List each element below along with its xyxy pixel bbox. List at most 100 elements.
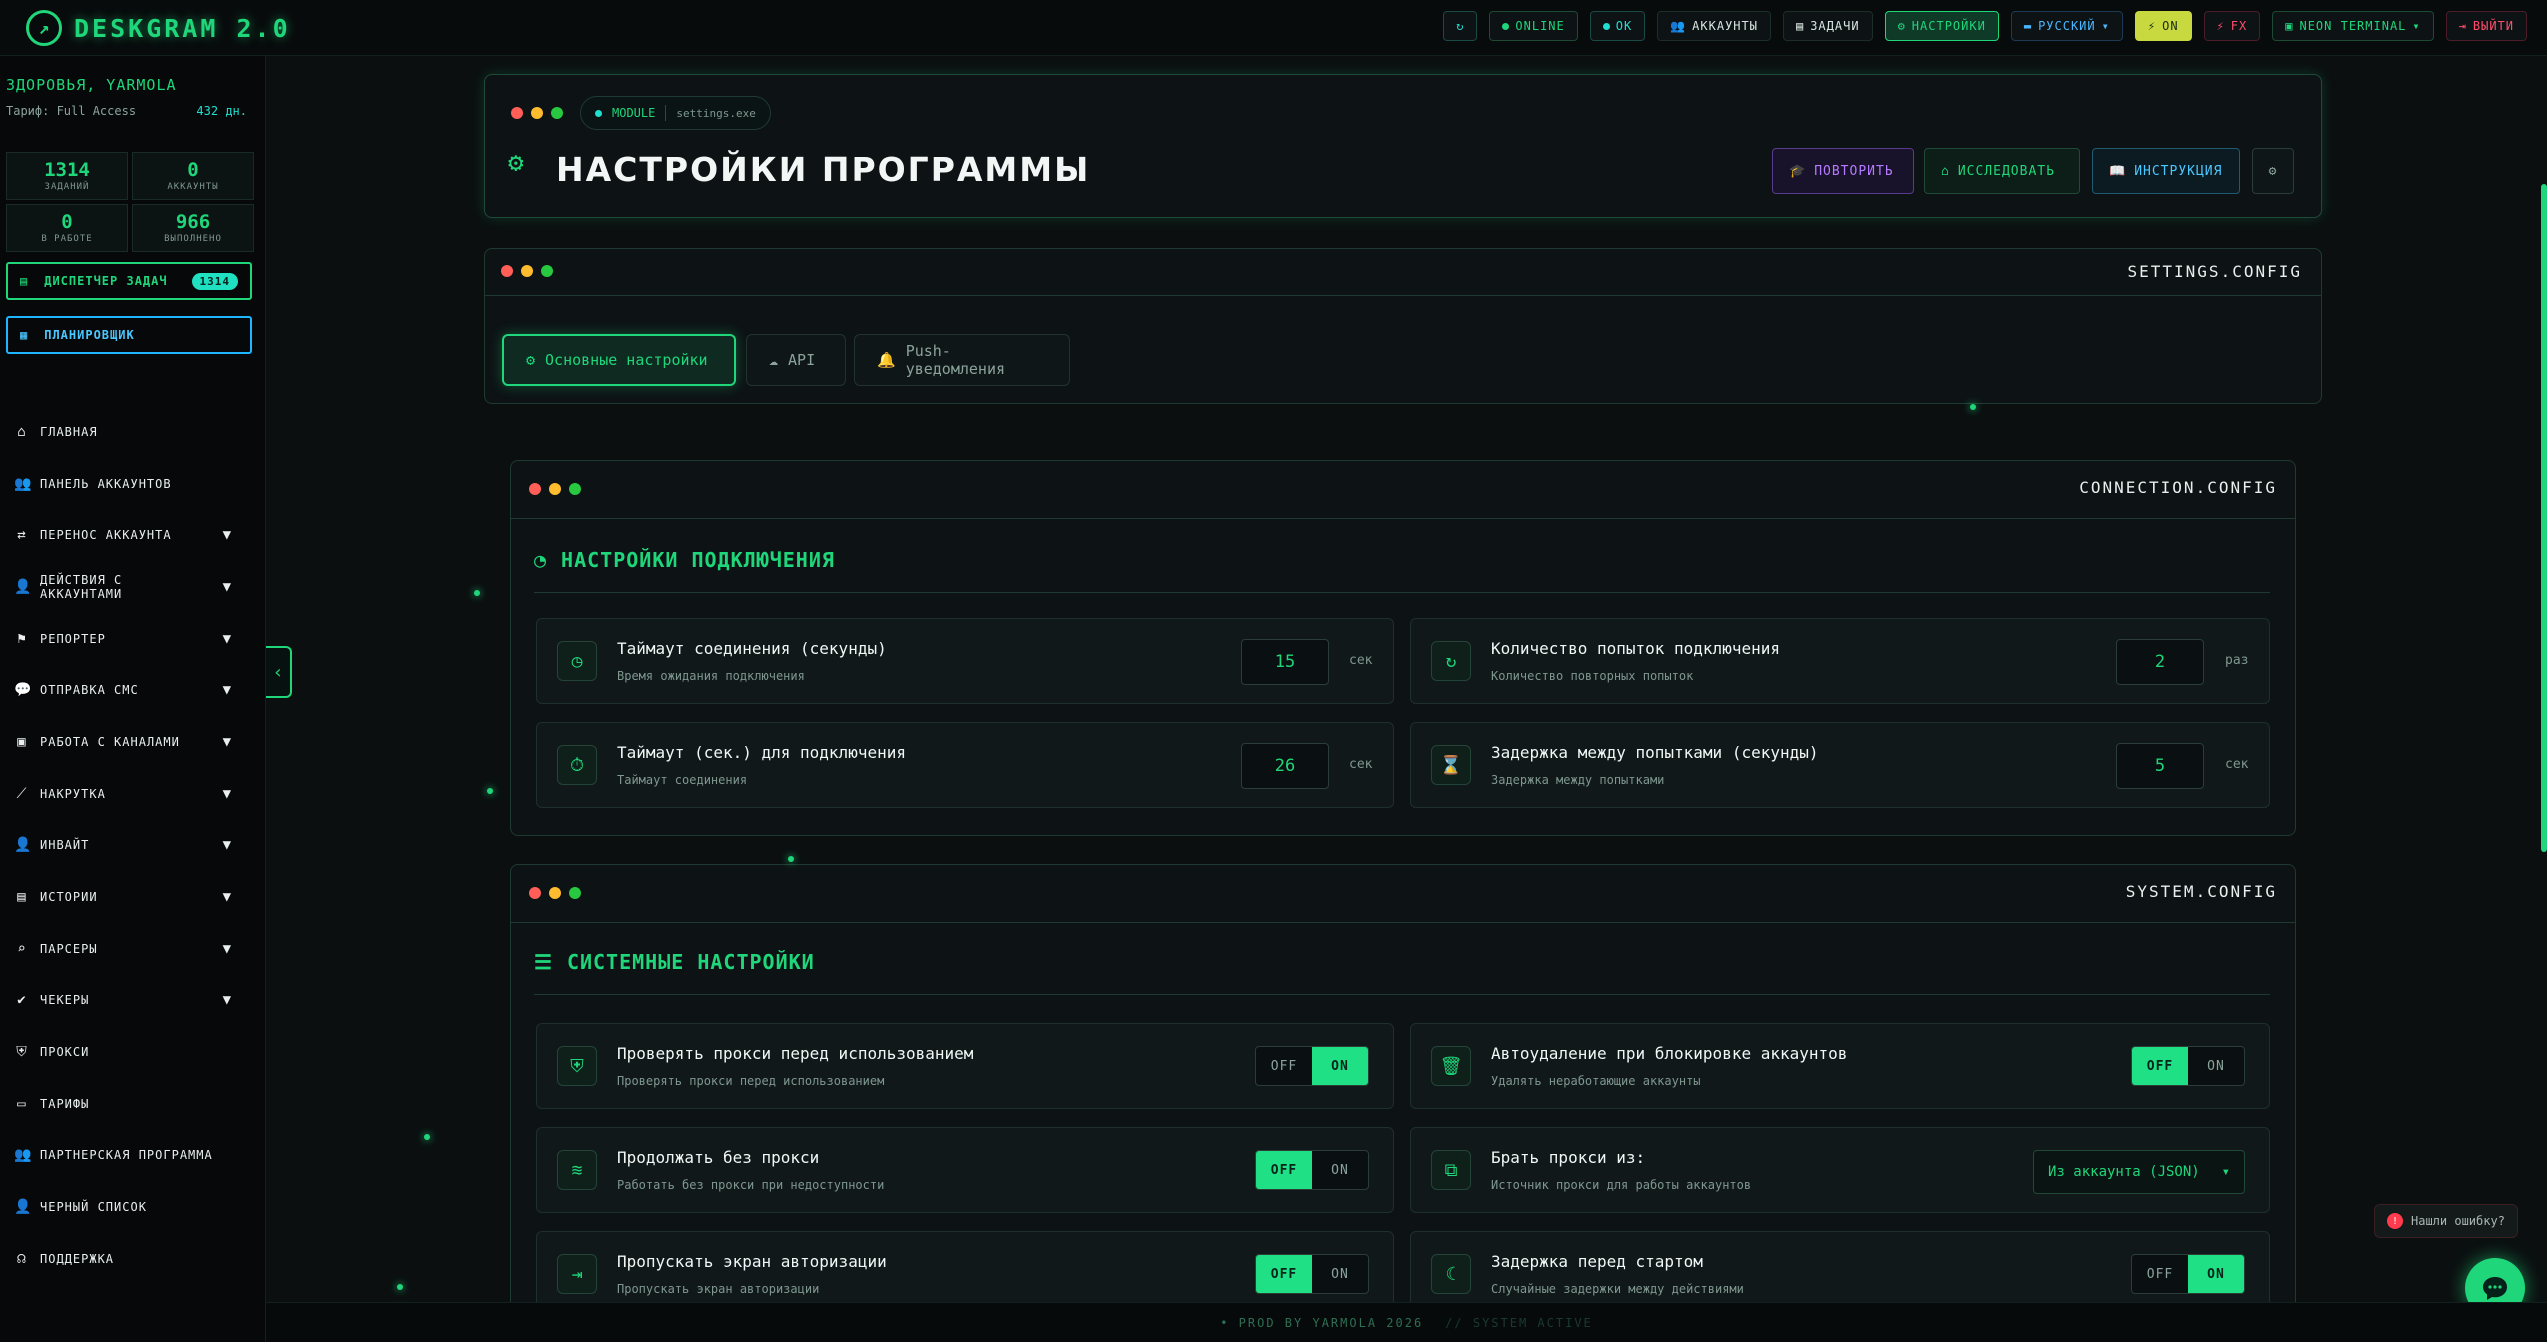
- scheduler-button[interactable]: ▦ ПЛАНИРОВЩИК: [6, 316, 252, 354]
- retries-input[interactable]: 2: [2116, 639, 2204, 685]
- logo[interactable]: ↗ DESKGRAM 2.0: [26, 10, 291, 46]
- network-icon: ⧉: [1431, 1150, 1471, 1190]
- sidebar-item-label: ДЕЙСТВИЯ С АККАУНТАМИ: [40, 572, 123, 601]
- sidebar-item[interactable]: 👤 ДЕЙСТВИЯ С АККАУНТАМИ ▼: [0, 561, 266, 613]
- sidebar-item[interactable]: ⟋ НАКРУТКА ▼: [0, 768, 266, 820]
- sidebar-item[interactable]: ▤ ИСТОРИИ ▼: [0, 871, 266, 923]
- setting-row: ⛨ Проверять прокси перед использованием …: [536, 1023, 1394, 1109]
- sidebar-item-label: НАКРУТКА: [40, 786, 106, 801]
- tariff: Тариф: Full Access: [6, 104, 137, 118]
- sidebar-item[interactable]: 👥 ПАНЕЛЬ АККАУНТОВ: [0, 458, 266, 510]
- chevron-down-icon: ▾: [2101, 19, 2110, 33]
- chevron-down-icon[interactable]: ▼: [223, 579, 232, 595]
- tab-push[interactable]: 🔔 Push-уведомления: [854, 334, 1070, 386]
- refresh-button[interactable]: ↻: [1443, 11, 1478, 41]
- chevron-down-icon[interactable]: ▼: [223, 941, 232, 957]
- explore-button[interactable]: ⌂ ИССЛЕДОВАТЬ: [1924, 148, 2080, 194]
- power-toggle[interactable]: ⚡ ON: [2134, 11, 2192, 41]
- flag-icon: ⚑: [17, 630, 27, 647]
- decor-dot: [1970, 404, 1976, 410]
- auto-delete-toggle[interactable]: OFF ON: [2131, 1046, 2245, 1086]
- hourglass-icon: ⌛: [1431, 745, 1471, 785]
- decor-dot: [788, 856, 794, 862]
- divider: [534, 994, 2270, 995]
- chevron-down-icon[interactable]: ▼: [223, 734, 232, 750]
- connect-timeout-input[interactable]: 26: [1241, 743, 1329, 789]
- chevron-down-icon[interactable]: ▼: [223, 992, 232, 1008]
- footer-prod: • PROD BY YARMOLA 2026: [1220, 1315, 1424, 1330]
- refresh-icon: ↻: [1431, 641, 1471, 681]
- start-delay-toggle[interactable]: OFF ON: [2131, 1254, 2245, 1294]
- briefcase-icon: ▣: [17, 733, 27, 750]
- setting-row: ⏱ Таймаут (сек.) для подключения Таймаут…: [536, 722, 1394, 808]
- setting-row: ⧉ Брать прокси из: Источник прокси для р…: [1410, 1127, 2270, 1213]
- sidebar-collapse-button[interactable]: ‹: [266, 646, 292, 698]
- sidebar-item[interactable]: ⌕ ПАРСЕРЫ ▼: [0, 923, 266, 975]
- repeat-button[interactable]: 🎓 ПОВТОРИТЬ: [1772, 148, 1914, 194]
- language-select[interactable]: ▬ РУССКИЙ ▾: [2010, 11, 2123, 41]
- theme-select[interactable]: ▣ NEON TERMINAL ▾: [2272, 11, 2434, 41]
- setting-row: 🗑 Автоудаление при блокировке аккаунтов …: [1410, 1023, 2270, 1109]
- chevron-down-icon[interactable]: ▼: [223, 837, 232, 853]
- module-pill: MODULE settings.exe: [580, 96, 771, 130]
- setting-row: ☾ Задержка перед стартом Случайные задер…: [1410, 1231, 2270, 1302]
- decor-dot: [424, 1134, 430, 1140]
- sidebar-item[interactable]: ✔ ЧЕКЕРЫ ▼: [0, 975, 266, 1027]
- system-rows-viewport: ⛨ Проверять прокси перед использованием …: [0, 1020, 2547, 1302]
- sidebar-item[interactable]: ⇄ ПЕРЕНОС АККАУНТА ▼: [0, 509, 266, 561]
- gauge-icon: ◔: [534, 548, 548, 572]
- sidebar-item[interactable]: 👤 ИНВАЙТ ▼: [0, 820, 266, 872]
- bug-report-button[interactable]: ! Нашли ошибку?: [2374, 1204, 2518, 1238]
- sidebar-item[interactable]: ▣ РАБОТА С КАНАЛАМИ ▼: [0, 716, 266, 768]
- tariff-days: 432 дн.: [196, 104, 247, 118]
- proxy-source-select[interactable]: Из аккаунта (JSON) ▾: [2033, 1150, 2245, 1194]
- task-dispatcher-button[interactable]: ▤ ДИСПЕТЧЕР ЗАДАЧ 1314: [6, 262, 252, 300]
- clipboard-icon: ▤: [1795, 19, 1805, 33]
- guide-button[interactable]: 📖 ИНСТРУКЦИЯ: [2092, 148, 2240, 194]
- chevron-down-icon[interactable]: ▼: [223, 682, 232, 698]
- decor-dot: [487, 788, 493, 794]
- chevron-down-icon[interactable]: ▼: [223, 631, 232, 647]
- chevron-down-icon[interactable]: ▼: [223, 889, 232, 905]
- tab-general[interactable]: ⚙ Основные настройки: [502, 334, 736, 386]
- retry-delay-input[interactable]: 5: [2116, 743, 2204, 789]
- skip-auth-toggle[interactable]: OFF ON: [1255, 1254, 1369, 1294]
- clock-icon: ◷: [557, 641, 597, 681]
- online-status: ONLINE: [1489, 11, 1578, 41]
- sidebar-item-label: ПАРСЕРЫ: [40, 941, 98, 956]
- settings-button[interactable]: ⚙ НАСТРОЙКИ: [1884, 11, 1999, 41]
- sidebar-item[interactable]: 💬 ОТПРАВКА СМС ▼: [0, 664, 266, 716]
- monitor-icon: ▣: [2285, 19, 2294, 33]
- footer: • PROD BY YARMOLA 2026 // SYSTEM ACTIVE: [266, 1302, 2547, 1342]
- tab-api[interactable]: ☁ API: [746, 334, 846, 386]
- sidebar-item-label: ИСТОРИИ: [40, 890, 98, 905]
- sidebar-item-label: ЧЕКЕРЫ: [40, 993, 90, 1008]
- tasks-button[interactable]: ▤ ЗАДАЧИ: [1782, 11, 1873, 41]
- sidebar-item[interactable]: ⚑ РЕПОРТЕР ▼: [0, 613, 266, 665]
- accounts-button[interactable]: 👥 АККАУНТЫ: [1657, 11, 1771, 41]
- logout-icon: ⇥: [2458, 19, 2467, 33]
- sidebar-item[interactable]: ⌂ ГЛАВНАЯ: [0, 406, 266, 458]
- settings-gear-button[interactable]: ⚙: [2252, 148, 2294, 194]
- settings-config-label: SETTINGS.CONFIG: [2127, 262, 2302, 281]
- fx-toggle[interactable]: ⚡ FX: [2203, 11, 2261, 41]
- stories-icon: ▤: [17, 889, 27, 906]
- no-proxy-toggle[interactable]: OFF ON: [1255, 1150, 1369, 1190]
- timeout-input[interactable]: 15: [1241, 639, 1329, 685]
- chevron-down-icon[interactable]: ▼: [223, 786, 232, 802]
- sidebar-item-label: РАБОТА С КАНАЛАМИ: [40, 734, 180, 749]
- bell-icon: 🔔: [877, 351, 896, 369]
- users-icon: 👥: [1670, 19, 1687, 33]
- home-icon: ⌂: [17, 423, 27, 440]
- sidebar-item-label: РЕПОРТЕР: [40, 631, 106, 646]
- stat-accounts: 0 АККАУНТЫ: [132, 152, 254, 200]
- sidebar-item-label: ГЛАВНАЯ: [40, 424, 98, 439]
- login-icon: ⇥: [557, 1254, 597, 1294]
- top-bar: ↗ DESKGRAM 2.0 ↻ ONLINE OK 👥 АККАУНТЫ ▤ ЗА…: [0, 0, 2547, 56]
- stat-completed: 966 ВЫПОЛНЕНО: [132, 204, 254, 252]
- logout-button[interactable]: ⇥ ВЫЙТИ: [2445, 11, 2527, 41]
- scrollbar[interactable]: [2541, 184, 2547, 852]
- proxy-check-toggle[interactable]: OFF ON: [1255, 1046, 1369, 1086]
- chevron-down-icon[interactable]: ▼: [223, 527, 232, 543]
- transfer-icon: ⇄: [17, 527, 27, 544]
